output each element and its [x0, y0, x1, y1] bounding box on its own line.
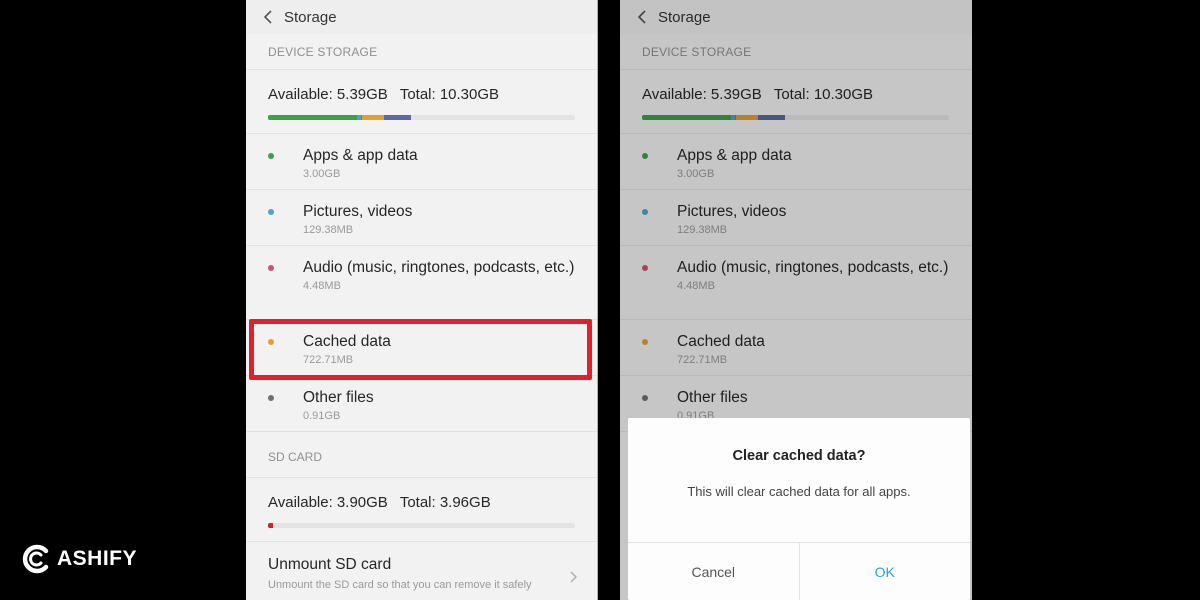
green-dot-icon — [268, 153, 274, 159]
usage-segment-apps — [268, 115, 358, 120]
usage-segment-cached — [362, 115, 384, 120]
sd-card-header: SD CARD — [246, 436, 597, 478]
storage-item-pictures[interactable]: Pictures, videos 129.38MB — [246, 190, 597, 246]
dialog-message: This will clear cached data for all apps… — [687, 484, 911, 499]
item-label: Other files — [303, 389, 374, 406]
page-title: Storage — [284, 8, 337, 26]
item-size: 0.91GB — [303, 410, 341, 422]
device-total: Total: 10.30GB — [399, 86, 500, 103]
dialog-title: Clear cached data? — [732, 448, 866, 464]
cashify-c-icon — [22, 544, 49, 574]
unmount-description: Unmount the SD card so that you can remo… — [268, 579, 532, 591]
sd-available: Available: 3.90GB — [268, 494, 388, 511]
clear-cache-dialog: Clear cached data? This will clear cache… — [628, 418, 970, 600]
device-usage-bar — [268, 115, 575, 120]
cashify-wordmark: ASHIFY — [57, 547, 138, 570]
dialog-buttons: Cancel OK — [628, 542, 970, 600]
item-size: 3.00GB — [303, 168, 341, 180]
item-size: 4.48MB — [303, 280, 341, 292]
sd-total: Total: 3.96GB — [399, 494, 491, 511]
chevron-right-icon — [569, 570, 577, 588]
storage-item-other[interactable]: Other files 0.91GB — [246, 376, 597, 432]
back-arrow-icon[interactable] — [256, 5, 280, 29]
unmount-label: Unmount SD card — [268, 556, 392, 573]
blue-dot-icon — [268, 209, 274, 215]
item-size: 129.38MB — [303, 224, 354, 236]
sd-storage-summary: Available: 3.90GB Total: 3.96GB — [246, 478, 597, 542]
pink-dot-icon — [268, 265, 274, 271]
ok-button[interactable]: OK — [800, 543, 971, 600]
sd-usage-segment — [268, 523, 273, 528]
storage-screen-left: Storage DEVICE STORAGE Available: 5.39GB… — [246, 0, 598, 600]
device-available: Available: 5.39GB — [268, 86, 388, 103]
usage-segment-other — [383, 115, 411, 120]
gray-dot-icon — [268, 395, 274, 401]
cancel-button[interactable]: Cancel — [628, 543, 800, 600]
item-label: Apps & app data — [303, 147, 418, 164]
item-label: Pictures, videos — [303, 203, 413, 220]
storage-screen-right: Storage DEVICE STORAGE Available: 5.39GB… — [620, 0, 972, 600]
sd-usage-bar — [268, 523, 575, 528]
cashify-logo: ASHIFY — [20, 542, 137, 576]
unmount-sd-card-row[interactable]: Unmount SD card Unmount the SD card so t… — [246, 542, 597, 600]
storage-item-audio[interactable]: Audio (music, ringtones, podcasts, etc.)… — [246, 246, 597, 320]
device-storage-summary: Available: 5.39GB Total: 10.30GB — [246, 70, 597, 134]
device-storage-header: DEVICE STORAGE — [246, 34, 597, 70]
storage-item-apps[interactable]: Apps & app data 3.00GB — [246, 134, 597, 190]
item-label: Audio (music, ringtones, podcasts, etc.) — [303, 259, 575, 276]
cached-data-highlight — [249, 319, 592, 380]
app-bar: Storage — [246, 0, 597, 34]
